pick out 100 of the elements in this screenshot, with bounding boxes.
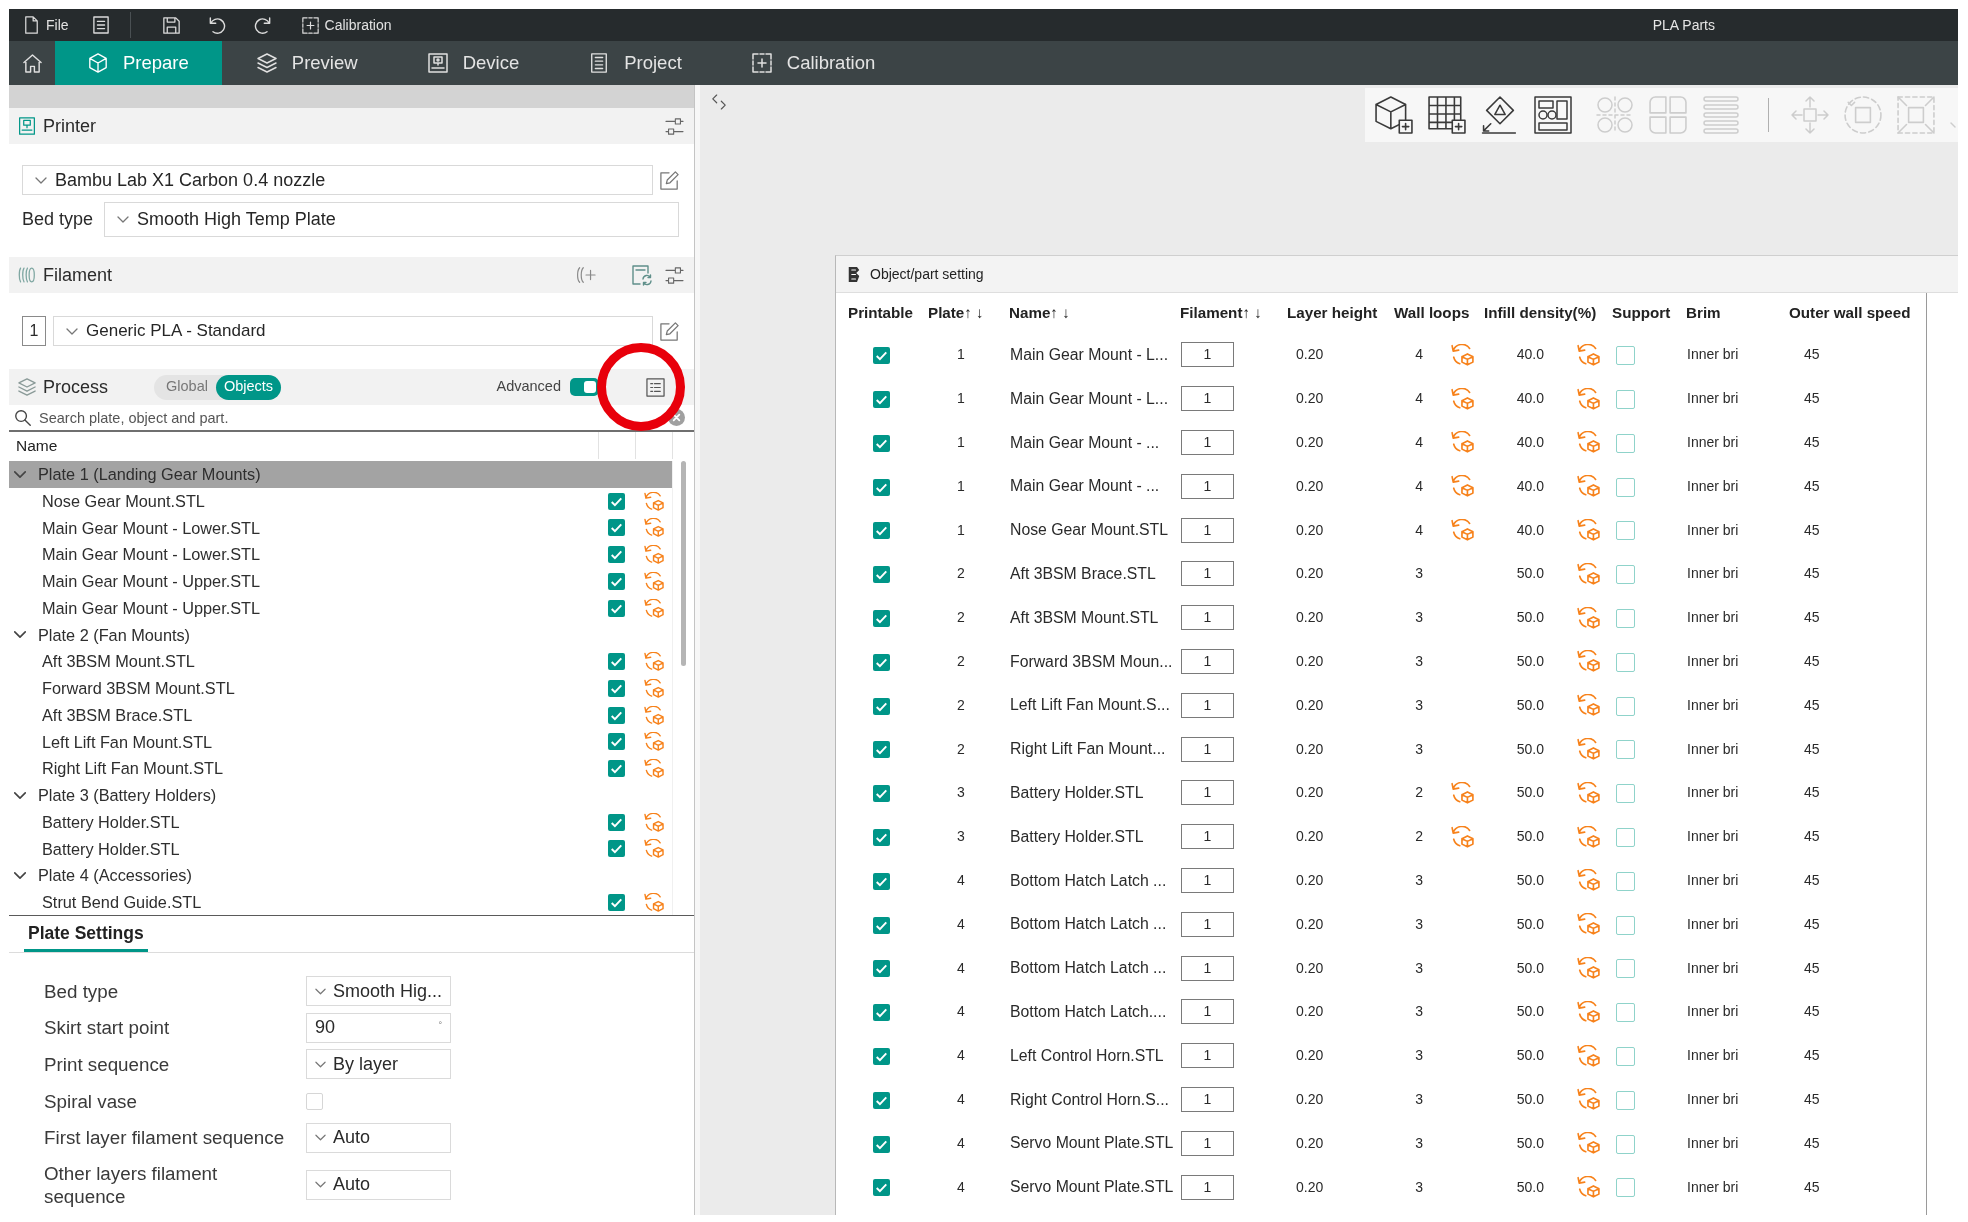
printable-checkbox[interactable] bbox=[872, 566, 890, 584]
object-label[interactable]: Main Gear Mount - Upper.STL bbox=[42, 595, 608, 621]
angle-brackets-icon[interactable] bbox=[712, 94, 726, 110]
cube-arrow-icon[interactable] bbox=[1577, 913, 1600, 936]
printable-checkbox[interactable] bbox=[872, 697, 890, 715]
printable-checkbox[interactable] bbox=[872, 1047, 890, 1065]
filament-field[interactable]: 1 bbox=[1181, 1086, 1234, 1112]
support-checkbox[interactable] bbox=[1616, 346, 1635, 366]
clear-icon[interactable] bbox=[668, 409, 685, 426]
tab[interactable]: Prepare bbox=[55, 41, 222, 85]
support-checkbox[interactable] bbox=[1616, 477, 1635, 497]
plate-label[interactable]: Plate 2 (Fan Mounts) bbox=[38, 622, 664, 648]
column-header[interactable]: Outer wall speed bbox=[1789, 303, 1911, 321]
filament-field[interactable]: 1 bbox=[1181, 867, 1234, 893]
cube-arrow-icon[interactable] bbox=[1451, 475, 1474, 498]
printable-checkbox[interactable] bbox=[872, 522, 890, 540]
search-field[interactable]: Search plate, object and part. bbox=[39, 406, 660, 429]
object-label[interactable]: Battery Holder.STL bbox=[42, 836, 608, 862]
object-label[interactable]: Battery Holder.STL bbox=[42, 809, 608, 835]
undo-icon[interactable] bbox=[208, 16, 226, 34]
printable-checkbox[interactable] bbox=[608, 519, 625, 537]
edit-icon[interactable] bbox=[660, 170, 679, 190]
cube-arrow-icon[interactable] bbox=[644, 545, 664, 565]
filament-field[interactable]: 1 bbox=[1181, 517, 1234, 543]
column-header[interactable]: Filament↑ ↓ bbox=[1180, 303, 1262, 321]
scrollbar-thumb[interactable] bbox=[681, 461, 686, 666]
filament-field[interactable]: 1 bbox=[1181, 561, 1234, 587]
support-checkbox[interactable] bbox=[1616, 390, 1635, 409]
printer-sync-icon[interactable] bbox=[632, 264, 652, 286]
mode-tab[interactable]: Objects bbox=[215, 374, 282, 400]
cube-arrow-icon[interactable] bbox=[1451, 431, 1474, 454]
printable-checkbox[interactable] bbox=[872, 1135, 890, 1153]
cube-arrow-icon[interactable] bbox=[644, 678, 664, 698]
filament-field[interactable]: 1 bbox=[1181, 605, 1234, 631]
setting-select[interactable]: By layer bbox=[306, 1049, 451, 1080]
support-checkbox[interactable] bbox=[1616, 1178, 1635, 1198]
filament-field[interactable]: 1 bbox=[1181, 736, 1234, 762]
printable-checkbox[interactable] bbox=[608, 706, 625, 724]
support-checkbox[interactable] bbox=[1616, 1090, 1635, 1110]
printable-checkbox[interactable] bbox=[872, 916, 890, 934]
object-label[interactable]: Main Gear Mount - Lower.STL bbox=[42, 542, 608, 567]
support-checkbox[interactable] bbox=[1616, 959, 1635, 979]
tab[interactable]: Device bbox=[392, 41, 555, 85]
cube-arrow-icon[interactable] bbox=[1577, 475, 1600, 498]
cube-arrow-icon[interactable] bbox=[1577, 387, 1600, 410]
cube-arrow-icon[interactable] bbox=[1577, 738, 1600, 761]
support-checkbox[interactable] bbox=[1616, 827, 1635, 847]
setting-field[interactable]: 90 ° bbox=[306, 1012, 451, 1043]
printable-checkbox[interactable] bbox=[608, 893, 625, 911]
plate-label[interactable]: Plate 3 (Battery Holders) bbox=[38, 783, 664, 808]
cube-arrow-icon[interactable] bbox=[1577, 431, 1600, 454]
tab[interactable]: Calibration bbox=[716, 41, 911, 85]
settings-icon[interactable] bbox=[665, 266, 684, 284]
support-checkbox[interactable] bbox=[1616, 433, 1635, 453]
printer-select[interactable]: Bambu Lab X1 Carbon 0.4 nozzle bbox=[22, 165, 653, 195]
filament-field[interactable]: 1 bbox=[1181, 955, 1234, 981]
setting-select[interactable]: Auto bbox=[306, 1169, 451, 1200]
edit-icon[interactable] bbox=[660, 321, 679, 341]
printable-checkbox[interactable] bbox=[872, 1179, 890, 1197]
cube-arrow-icon[interactable] bbox=[644, 705, 664, 725]
support-checkbox[interactable] bbox=[1616, 1003, 1635, 1023]
object-label[interactable]: Strut Bend Guide.STL bbox=[42, 890, 608, 915]
file-menu-button[interactable]: File bbox=[24, 16, 69, 34]
calibration-menu-button[interactable]: Calibration bbox=[301, 16, 392, 34]
support-checkbox[interactable] bbox=[1616, 871, 1635, 891]
support-checkbox[interactable] bbox=[1616, 565, 1635, 585]
setting-checkbox[interactable] bbox=[306, 1092, 323, 1110]
cube-arrow-icon[interactable] bbox=[644, 732, 664, 752]
cube-arrow-icon[interactable] bbox=[1451, 519, 1474, 542]
printable-checkbox[interactable] bbox=[608, 760, 625, 778]
filament-field[interactable]: 1 bbox=[1181, 911, 1234, 937]
spool-plus-icon[interactable] bbox=[576, 266, 596, 284]
layout-icon[interactable] bbox=[1534, 96, 1572, 134]
cube-plus-icon[interactable] bbox=[1375, 96, 1413, 134]
printable-checkbox[interactable] bbox=[872, 347, 890, 365]
object-label[interactable]: Right Lift Fan Mount.STL bbox=[42, 756, 608, 781]
cube-arrow-icon[interactable] bbox=[644, 759, 664, 779]
cube-arrow-icon[interactable] bbox=[1451, 781, 1474, 804]
bed-type-select[interactable]: Smooth High Temp Plate bbox=[104, 202, 679, 237]
printable-checkbox[interactable] bbox=[872, 391, 890, 408]
cube-arrow-icon[interactable] bbox=[1577, 869, 1600, 892]
support-checkbox[interactable] bbox=[1616, 521, 1635, 541]
cube-arrow-icon[interactable] bbox=[644, 892, 664, 912]
filament-field[interactable]: 1 bbox=[1181, 386, 1234, 412]
printable-checkbox[interactable] bbox=[872, 434, 890, 452]
support-checkbox[interactable] bbox=[1616, 652, 1635, 672]
object-label[interactable]: Main Gear Mount - Lower.STL bbox=[42, 515, 608, 541]
cube-arrow-icon[interactable] bbox=[644, 812, 664, 832]
column-header[interactable]: Layer height bbox=[1287, 303, 1378, 321]
filament-field[interactable]: 1 bbox=[1181, 648, 1234, 674]
chevron-icon[interactable] bbox=[14, 470, 26, 478]
plate-label[interactable]: Plate 4 (Accessories) bbox=[38, 863, 664, 888]
setting-select[interactable]: Smooth Hig... bbox=[306, 976, 451, 1007]
cube-arrow-icon[interactable] bbox=[644, 518, 664, 538]
cube-arrow-icon[interactable] bbox=[1577, 606, 1600, 629]
cube-arrow-icon[interactable] bbox=[1577, 781, 1600, 804]
chevron-icon[interactable] bbox=[14, 791, 26, 799]
printable-checkbox[interactable] bbox=[872, 1004, 890, 1022]
menu-icon[interactable] bbox=[92, 16, 109, 34]
printable-checkbox[interactable] bbox=[872, 478, 890, 496]
